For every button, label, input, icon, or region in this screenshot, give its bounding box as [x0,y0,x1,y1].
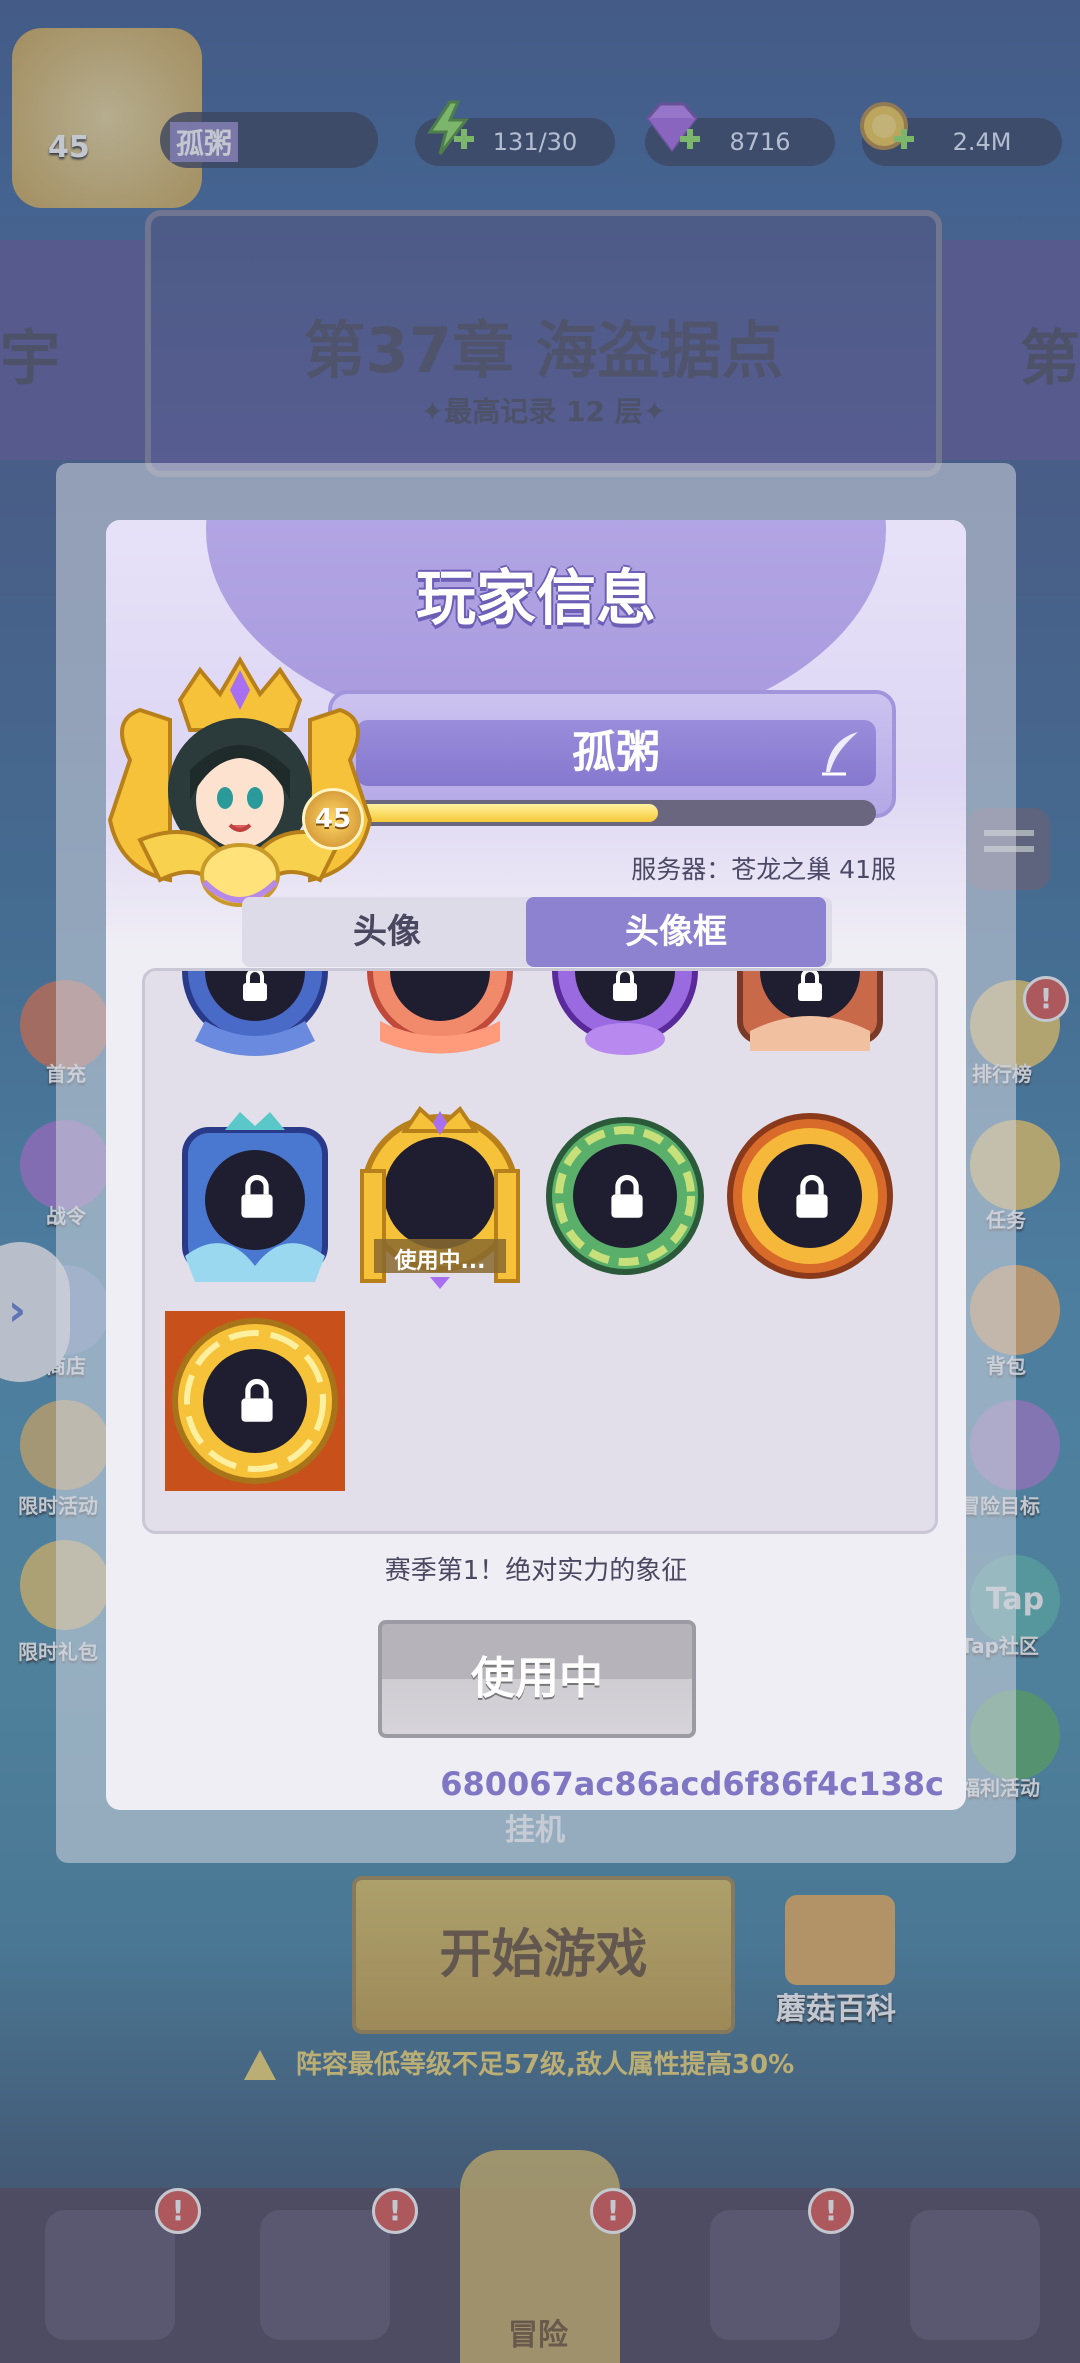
player-avatar-frame [106,650,380,920]
lock-icon [601,1171,653,1227]
lock-icon [790,971,830,1009]
in-use-tag: 使用中... [394,1249,486,1274]
player-name: 孤粥 [572,727,660,778]
feather-edit-icon[interactable] [816,728,866,778]
frame-description: 赛季第1！绝对实力的象征 [384,1556,688,1586]
frame-grid[interactable]: 使用中... [142,968,938,1534]
dialog-title: 玩家信息 [416,564,656,634]
tab-avatar-frame[interactable]: 头像框 [526,897,826,967]
lock-icon [235,971,275,1009]
player-uid: 680067ac86acd6f86f4c138c [440,1765,944,1803]
tab-avatar[interactable]: 头像 [242,897,532,967]
in-use-button[interactable]: 使用中 [378,1620,696,1738]
server-info: 服务器：苍龙之巢 41服 [631,855,896,884]
player-level-badge: 45 [302,788,364,850]
lock-icon [231,1171,283,1227]
frame-item-locked[interactable] [350,971,530,1061]
player-info-dialog: 玩家信息 孤粥 45 服务器：苍龙之巢 41服 头像 头像框 使用中... 赛季… [106,520,966,1810]
lock-icon [605,971,645,1009]
exp-bar-fill [350,804,658,822]
lock-icon [786,1171,838,1227]
lock-icon [231,1375,283,1431]
